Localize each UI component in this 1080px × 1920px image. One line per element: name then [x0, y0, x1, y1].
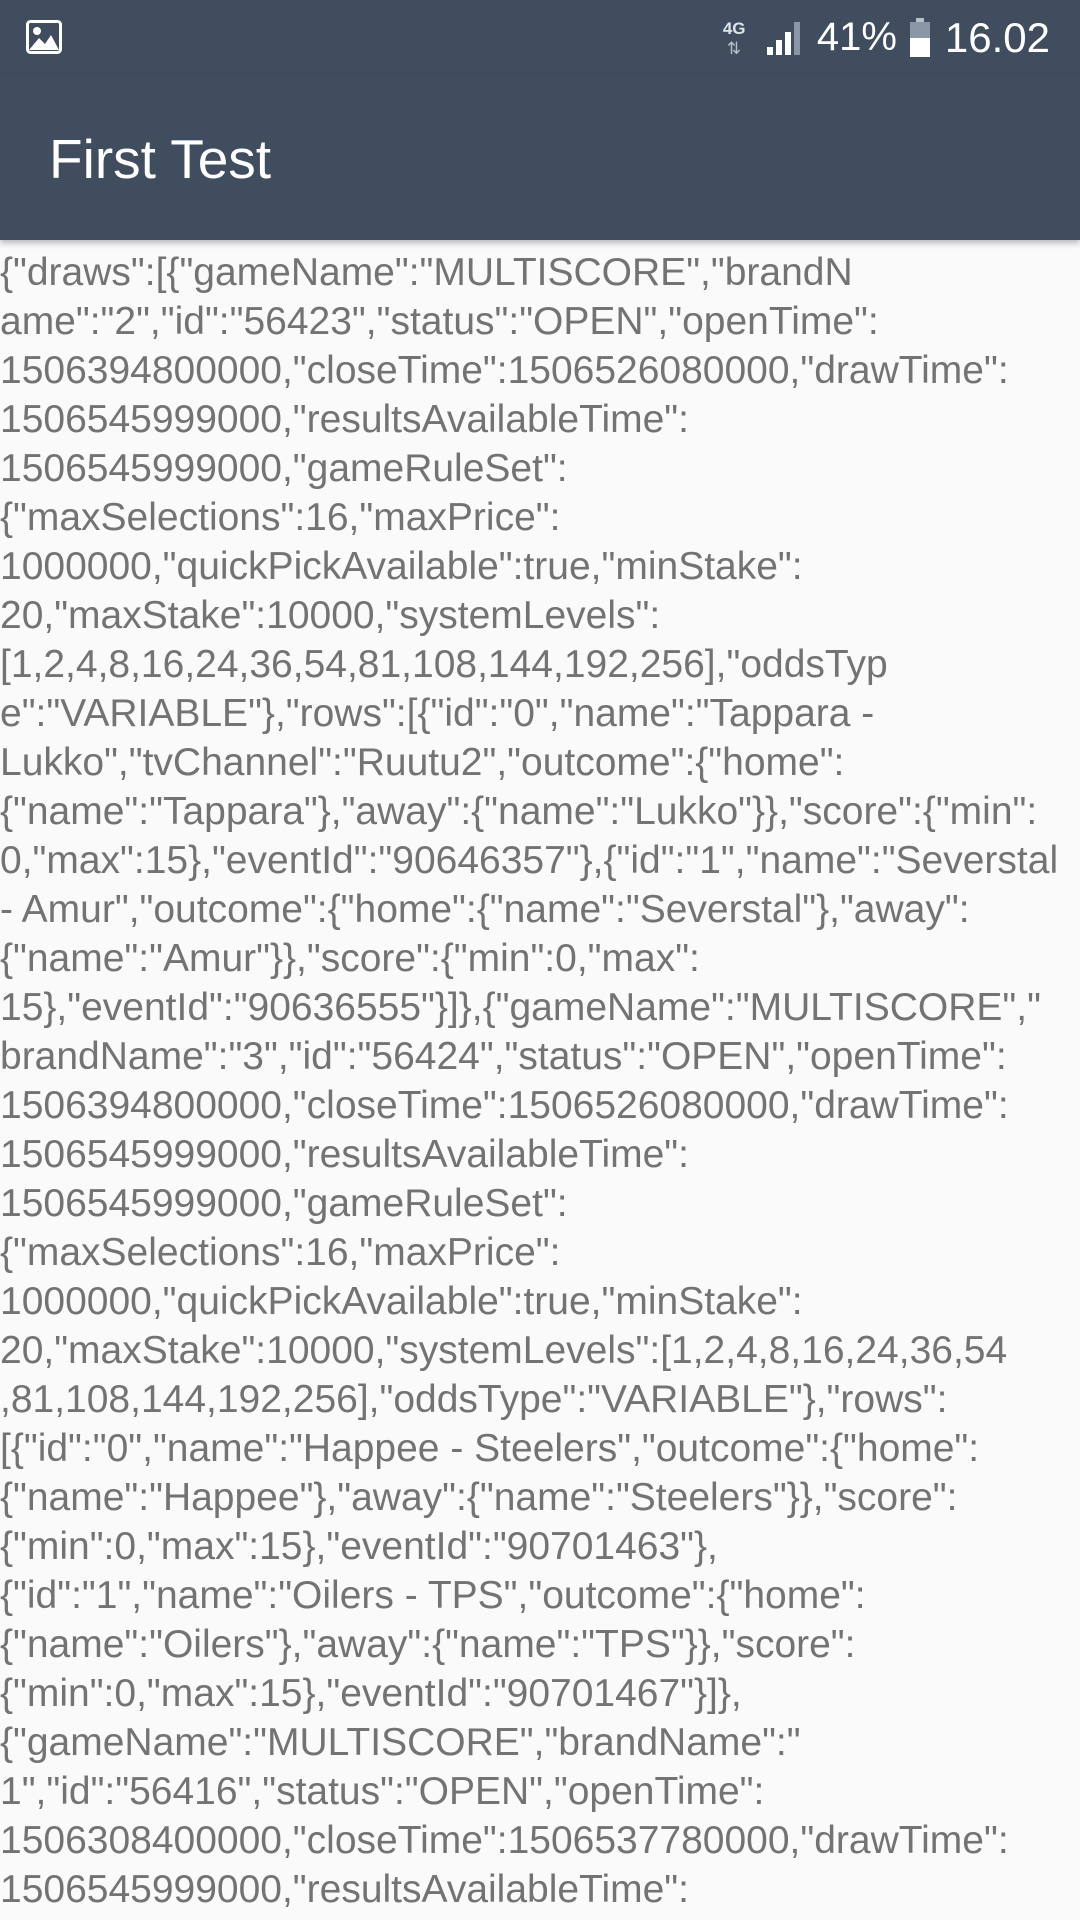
json-text-line: {"id":"1","name":"Oilers - TPS","outcome… — [0, 1574, 866, 1617]
json-text-line: 1506545999000,"gameRuleSet": — [0, 1182, 568, 1225]
json-text-line: 1506308400000,"closeTime":1506537780000,… — [0, 1819, 1009, 1862]
json-text-line: ,81,108,144,192,256],"oddsType":"VARIABL… — [0, 1378, 948, 1421]
json-text-line: 1506394800000,"closeTime":1506526080000,… — [0, 349, 1009, 392]
json-text-line: {"min":0,"max":15},"eventId":"90701463"}… — [0, 1525, 718, 1568]
json-text-line: {"name":"Amur"}},"score":{"min":0,"max": — [0, 937, 700, 980]
json-text-line: 1506545999000,"resultsAvailableTime": — [0, 398, 689, 441]
network-type-label: 4G — [722, 18, 746, 38]
data-activity-icon: ⇅ — [726, 38, 741, 58]
json-text-line: 1000000,"quickPickAvailable":true,"minSt… — [0, 1280, 803, 1323]
json-text-line: brandName":"3","id":"56424","status":"OP… — [0, 1035, 1007, 1078]
json-text-line: 1506545999000,"resultsAvailableTime": — [0, 1868, 689, 1911]
json-text-line: {"name":"Oilers"},"away":{"name":"TPS"}}… — [0, 1623, 856, 1666]
json-text-line: {"name":"Happee"},"away":{"name":"Steele… — [0, 1476, 958, 1519]
battery-icon — [909, 17, 930, 57]
clock: 16.02 — [944, 13, 1050, 61]
json-text-line: 0,"max":15},"eventId":"90646357"},{"id":… — [0, 839, 1059, 882]
json-text-line: {"name":"Tappara"},"away":{"name":"Lukko… — [0, 790, 1038, 833]
json-text-line: 1506545999000,"gameRuleSet": — [0, 1914, 1080, 1920]
json-text-line: [1,2,4,8,16,24,36,54,81,108,144,192,256]… — [0, 643, 888, 686]
json-response-text: {"draws":[{"gameName":"MULTISCORE","bran… — [0, 248, 1080, 1920]
json-text-line: {"min":0,"max":15},"eventId":"90701467"}… — [0, 1672, 742, 1715]
signal-strength-icon — [766, 21, 800, 55]
status-indicators: 4G ⇅ 41% 16.02 — [721, 0, 1050, 75]
json-text-line: 1506394800000,"closeTime":1506526080000,… — [0, 1084, 1009, 1127]
json-text-line: 20,"maxStake":10000,"systemLevels": — [0, 594, 661, 637]
json-text-line: Lukko","tvChannel":"Ruutu2","outcome":{"… — [0, 741, 845, 784]
json-text-line: 1","id":"56416","status":"OPEN","openTim… — [0, 1770, 765, 1813]
json-text-line: 1506545999000,"gameRuleSet": — [0, 447, 568, 490]
network-type-icon: 4G ⇅ — [721, 13, 755, 63]
json-text-line: 20,"maxStake":10000,"systemLevels":[1,2,… — [0, 1329, 1008, 1372]
app-title: First Test — [49, 128, 272, 190]
app-toolbar: First Test — [0, 75, 1080, 240]
json-text-line: - Amur","outcome":{"home":{"name":"Sever… — [0, 888, 970, 931]
json-text-line: 1506545999000,"resultsAvailableTime": — [0, 1133, 689, 1176]
json-text-line: {"draws":[{"gameName":"MULTISCORE","bran… — [0, 251, 853, 294]
json-text-line: ame":"2","id":"56423","status":"OPEN","o… — [0, 300, 879, 343]
json-text-line: [{"id":"0","name":"Happee - Steelers","o… — [0, 1427, 980, 1470]
json-text-line: 1000000,"quickPickAvailable":true,"minSt… — [0, 545, 803, 588]
json-text-line: e":"VARIABLE"},"rows":[{"id":"0","name":… — [0, 692, 875, 735]
json-text-line: {"maxSelections":16,"maxPrice": — [0, 496, 561, 539]
image-notification-icon — [26, 20, 62, 54]
battery-percentage: 41% — [816, 15, 897, 59]
status-bar: 4G ⇅ 41% 16.02 — [0, 0, 1080, 75]
json-text-line: {"gameName":"MULTISCORE","brandName":" — [0, 1721, 801, 1764]
json-text-line: {"maxSelections":16,"maxPrice": — [0, 1231, 561, 1274]
json-text-line: 15},"eventId":"90636555"}]},{"gameName":… — [0, 986, 1041, 1029]
